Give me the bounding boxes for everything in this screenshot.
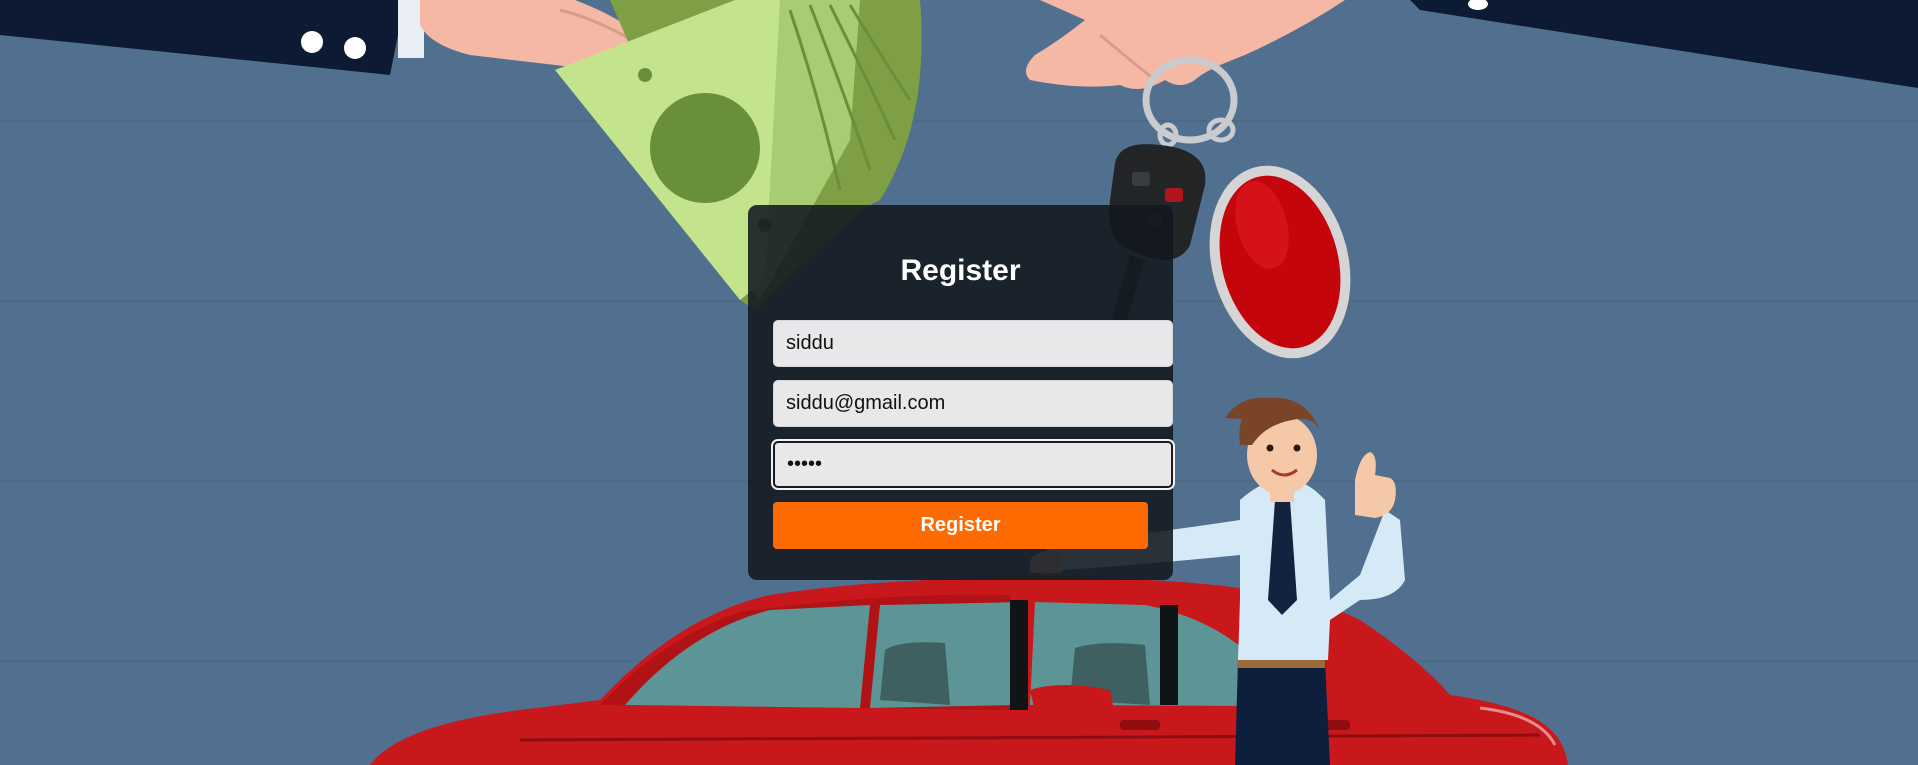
register-page: Register Register: [0, 0, 1918, 765]
username-field[interactable]: [773, 320, 1173, 367]
register-form: Register Register: [748, 205, 1173, 580]
red-car: [370, 577, 1568, 765]
red-keychain: [1209, 165, 1351, 359]
password-field[interactable]: [773, 441, 1173, 488]
register-button[interactable]: Register: [773, 502, 1148, 549]
email-field[interactable]: [773, 380, 1173, 427]
form-title: Register: [900, 254, 1021, 287]
